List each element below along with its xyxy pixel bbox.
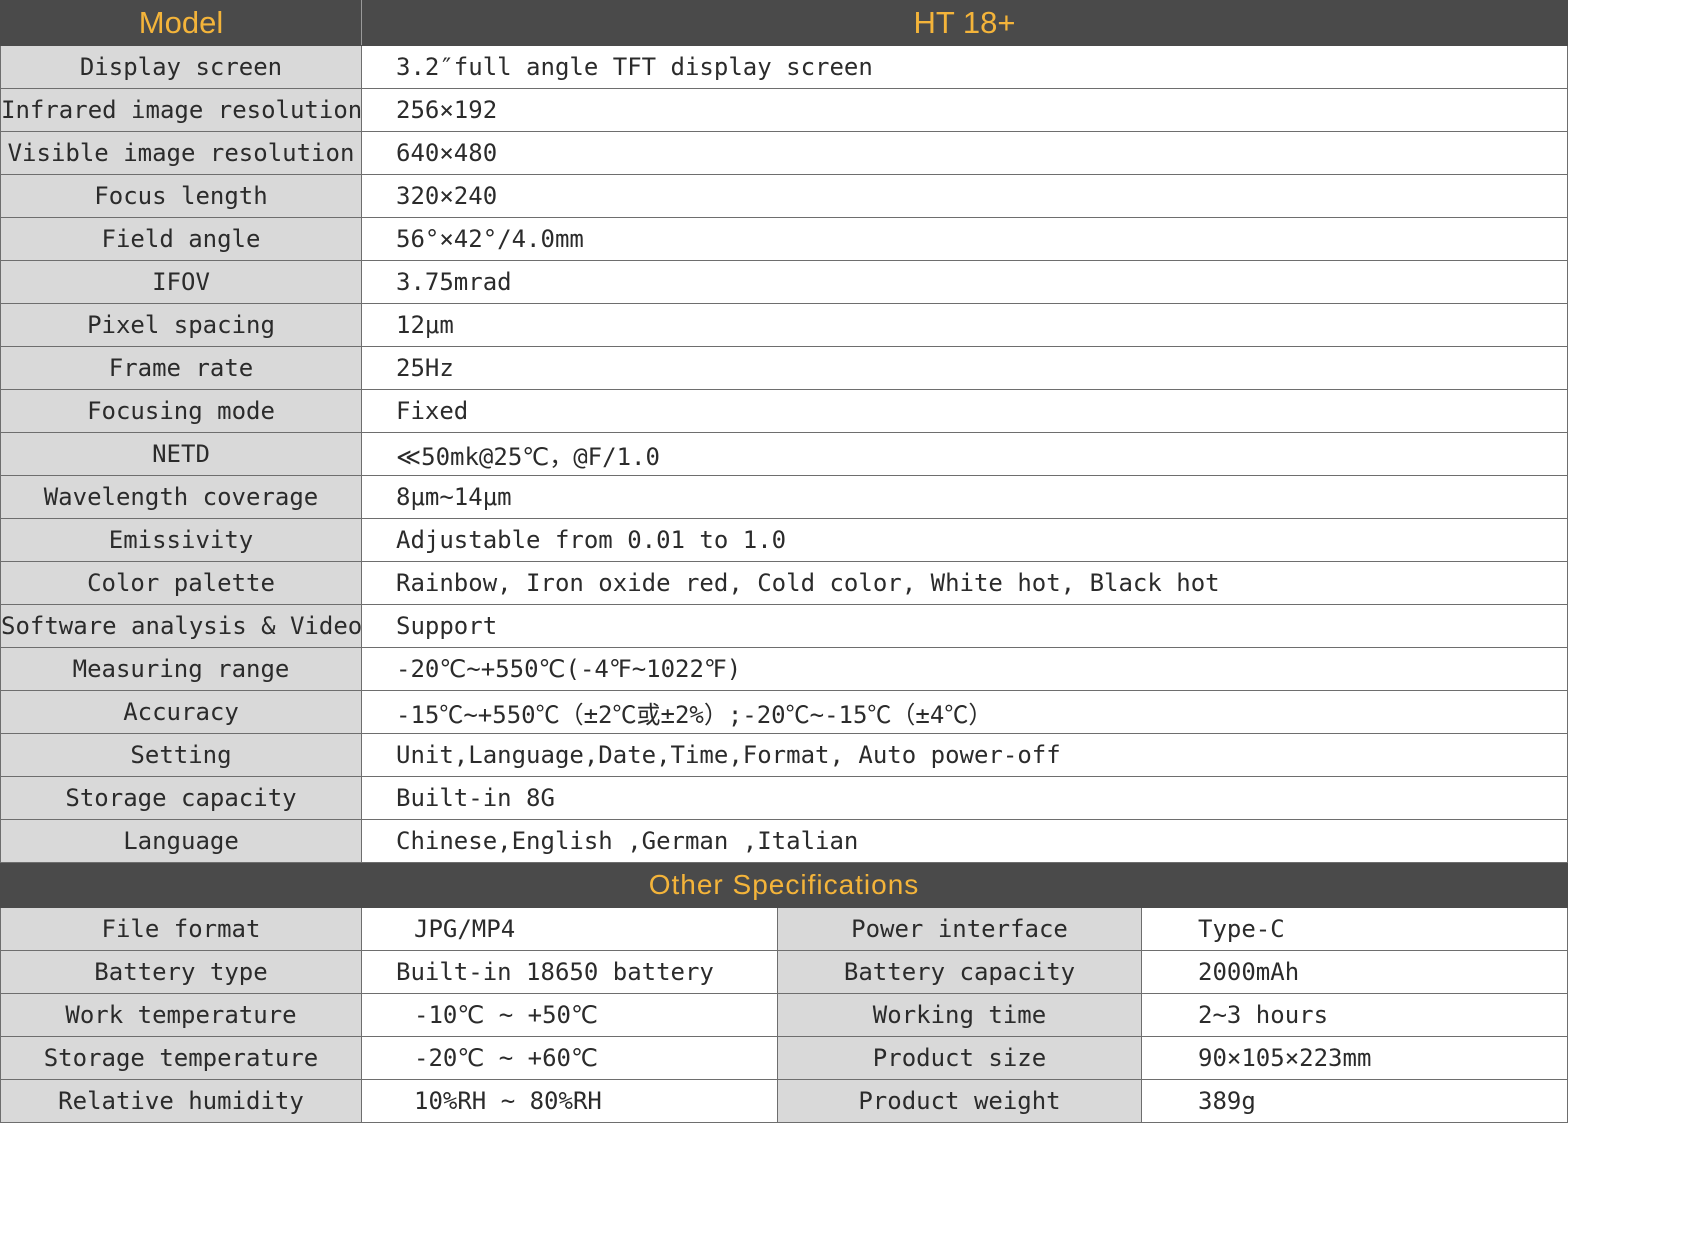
other-spec-value: 90×105×223mm bbox=[1140, 1036, 1569, 1080]
spec-label: Field angle bbox=[0, 217, 362, 261]
other-spec-label: Relative humidity bbox=[0, 1079, 362, 1123]
spec-row: NETD ≪50mk@25℃，@F/1.0 bbox=[0, 432, 1569, 476]
spec-label: Visible image resolution bbox=[0, 131, 362, 175]
other-spec-label: Power interface bbox=[777, 907, 1142, 951]
other-spec-value: 2~3 hours bbox=[1140, 993, 1569, 1037]
spec-row: Field angle 56°×42°/4.0mm bbox=[0, 217, 1569, 261]
other-spec-value: 2000mAh bbox=[1140, 950, 1569, 994]
other-spec-label: Battery type bbox=[0, 950, 362, 994]
spec-row: Accuracy -15℃~+550℃（±2℃或±2%）;-20℃~-15℃（±4… bbox=[0, 690, 1569, 734]
spec-label: Color palette bbox=[0, 561, 362, 605]
spec-value: 640×480 bbox=[360, 131, 1569, 175]
spec-value: Chinese,English ,German ,Italian bbox=[360, 819, 1569, 863]
spec-label: Focus length bbox=[0, 174, 362, 218]
other-specs-title: Other Specifications bbox=[0, 862, 1569, 908]
spec-row: Software analysis & Video Support bbox=[0, 604, 1569, 648]
spec-value: 3.2″full angle TFT display screen bbox=[360, 45, 1569, 89]
spec-value: 12μm bbox=[360, 303, 1569, 347]
spec-value: 25Hz bbox=[360, 346, 1569, 390]
other-spec-value: Built-in 18650 battery bbox=[361, 950, 778, 994]
spec-value: 56°×42°/4.0mm bbox=[360, 217, 1569, 261]
spec-label: Infrared image resolution bbox=[0, 88, 362, 132]
spec-value: -15℃~+550℃（±2℃或±2%）;-20℃~-15℃（±4℃） bbox=[360, 690, 1569, 734]
other-spec-label: Storage temperature bbox=[0, 1036, 362, 1080]
spec-label: IFOV bbox=[0, 260, 362, 304]
other-spec-row: Battery type Built-in 18650 battery Batt… bbox=[0, 950, 1569, 994]
spec-row: Pixel spacing 12μm bbox=[0, 303, 1569, 347]
spec-value: Unit,Language,Date,Time,Format, Auto pow… bbox=[360, 733, 1569, 777]
spec-row: Setting Unit,Language,Date,Time,Format, A… bbox=[0, 733, 1569, 777]
spec-value: 3.75mrad bbox=[360, 260, 1569, 304]
spec-label: NETD bbox=[0, 432, 362, 476]
other-spec-value: -10℃ ~ +50℃ bbox=[361, 993, 778, 1037]
spec-value: ≪50mk@25℃，@F/1.0 bbox=[360, 432, 1569, 476]
spec-row: Storage capacity Built-in 8G bbox=[0, 776, 1569, 820]
other-spec-value: Type-C bbox=[1140, 907, 1569, 951]
spec-label: Frame rate bbox=[0, 346, 362, 390]
spec-value: Fixed bbox=[360, 389, 1569, 433]
other-spec-row: Storage temperature -20℃ ~ +60℃ Product … bbox=[0, 1036, 1569, 1080]
spec-table: Model HT 18+ Display screen 3.2″full angl… bbox=[0, 0, 1569, 1123]
model-header-label: Model bbox=[0, 0, 362, 46]
spec-value: Adjustable from 0.01 to 1.0 bbox=[360, 518, 1569, 562]
spec-label: Focusing mode bbox=[0, 389, 362, 433]
spec-label: Storage capacity bbox=[0, 776, 362, 820]
other-spec-label: Product size bbox=[777, 1036, 1142, 1080]
other-spec-value: 10%RH ~ 80%RH bbox=[361, 1079, 778, 1123]
spec-row: Infrared image resolution 256×192 bbox=[0, 88, 1569, 132]
spec-value: 320×240 bbox=[360, 174, 1569, 218]
spec-row: Wavelength coverage 8μm~14μm bbox=[0, 475, 1569, 519]
spec-row: IFOV 3.75mrad bbox=[0, 260, 1569, 304]
other-spec-label: File format bbox=[0, 907, 362, 951]
other-spec-row: Relative humidity 10%RH ~ 80%RH Product … bbox=[0, 1079, 1569, 1123]
other-spec-value: -20℃ ~ +60℃ bbox=[361, 1036, 778, 1080]
spec-row: Display screen 3.2″full angle TFT display… bbox=[0, 45, 1569, 89]
spec-label: Setting bbox=[0, 733, 362, 777]
spec-row: Measuring range -20℃~+550℃(-4℉~1022℉) bbox=[0, 647, 1569, 691]
spec-label: Software analysis & Video bbox=[0, 604, 362, 648]
spec-row: Language Chinese,English ,German ,Italian bbox=[0, 819, 1569, 863]
spec-sheet: Model HT 18+ Display screen 3.2″full angl… bbox=[0, 0, 1569, 1123]
spec-label: Pixel spacing bbox=[0, 303, 362, 347]
spec-row: Emissivity Adjustable from 0.01 to 1.0 bbox=[0, 518, 1569, 562]
spec-label: Language bbox=[0, 819, 362, 863]
other-spec-row: Work temperature -10℃ ~ +50℃ Working tim… bbox=[0, 993, 1569, 1037]
spec-label: Measuring range bbox=[0, 647, 362, 691]
spec-row: Focus length 320×240 bbox=[0, 174, 1569, 218]
model-header-value: HT 18+ bbox=[360, 0, 1569, 46]
other-spec-label: Product weight bbox=[777, 1079, 1142, 1123]
spec-row: Focusing mode Fixed bbox=[0, 389, 1569, 433]
spec-value: 256×192 bbox=[360, 88, 1569, 132]
spec-label: Display screen bbox=[0, 45, 362, 89]
spec-value: Support bbox=[360, 604, 1569, 648]
spec-row: Color palette Rainbow, Iron oxide red, Co… bbox=[0, 561, 1569, 605]
other-spec-label: Work temperature bbox=[0, 993, 362, 1037]
other-specs-header-row: Other Specifications bbox=[0, 862, 1569, 908]
spec-value: Rainbow, Iron oxide red, Cold color, Whi… bbox=[360, 561, 1569, 605]
model-header-row: Model HT 18+ bbox=[0, 0, 1569, 46]
other-spec-value: 389g bbox=[1140, 1079, 1569, 1123]
other-spec-label: Battery capacity bbox=[777, 950, 1142, 994]
spec-value: 8μm~14μm bbox=[360, 475, 1569, 519]
other-spec-row: File format JPG/MP4 Power interface Type… bbox=[0, 907, 1569, 951]
spec-label: Emissivity bbox=[0, 518, 362, 562]
spec-label: Wavelength coverage bbox=[0, 475, 362, 519]
other-spec-value: JPG/MP4 bbox=[361, 907, 778, 951]
spec-value: -20℃~+550℃(-4℉~1022℉) bbox=[360, 647, 1569, 691]
spec-label: Accuracy bbox=[0, 690, 362, 734]
spec-row: Visible image resolution 640×480 bbox=[0, 131, 1569, 175]
spec-row: Frame rate 25Hz bbox=[0, 346, 1569, 390]
spec-value: Built-in 8G bbox=[360, 776, 1569, 820]
other-spec-label: Working time bbox=[777, 993, 1142, 1037]
